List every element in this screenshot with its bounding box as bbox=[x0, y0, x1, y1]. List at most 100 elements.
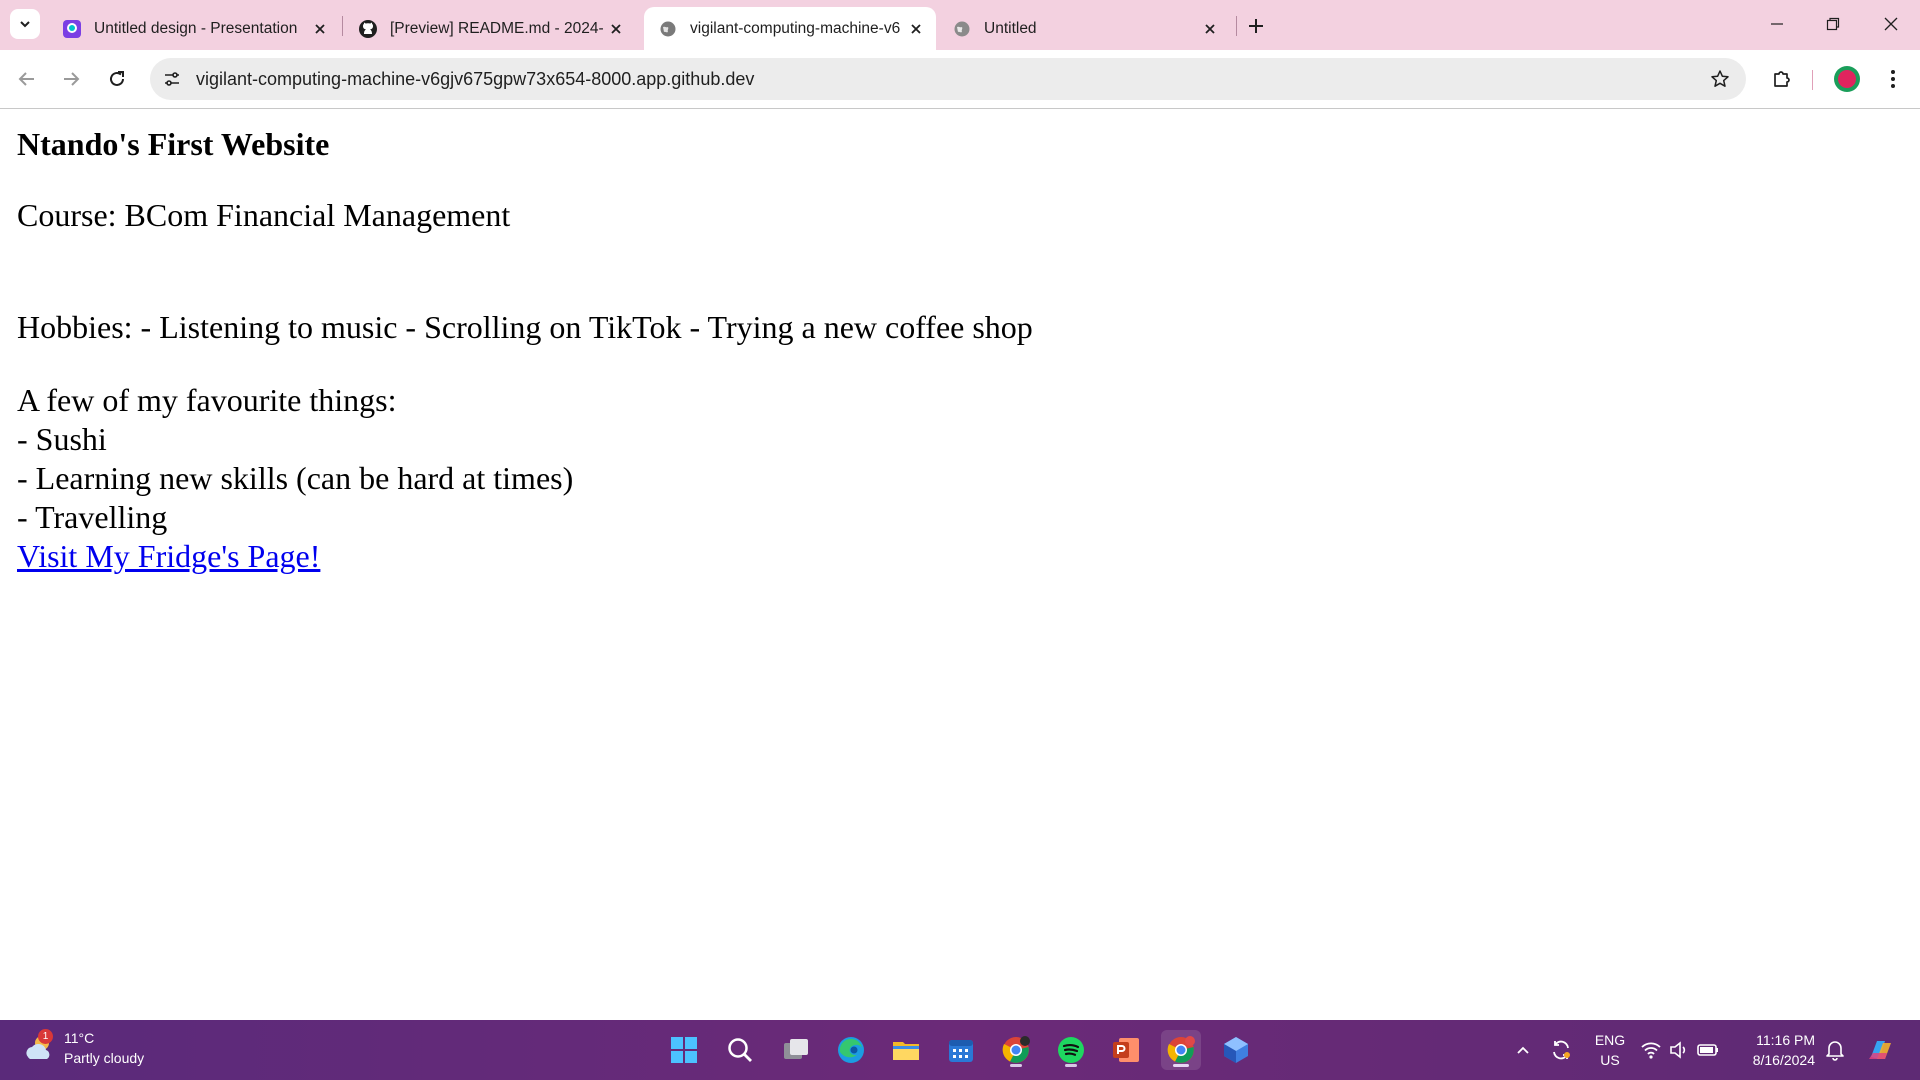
reload-icon bbox=[110, 71, 124, 86]
copilot-icon bbox=[1869, 1041, 1891, 1059]
spotify-icon bbox=[1058, 1037, 1084, 1063]
new-tab-button[interactable] bbox=[1242, 12, 1270, 40]
partly-cloudy-icon: 1 bbox=[22, 1029, 56, 1065]
toolbar-divider bbox=[1812, 70, 1813, 90]
tab-title: Untitled design - Presentation bbox=[94, 19, 298, 37]
minimize-button[interactable] bbox=[1754, 8, 1800, 40]
notifications-button[interactable] bbox=[1815, 1030, 1855, 1070]
chrome-icon bbox=[1167, 1036, 1195, 1063]
fridge-page-link[interactable]: Visit My Fridge's Page! bbox=[17, 538, 320, 574]
chrome-button[interactable] bbox=[1161, 1030, 1201, 1070]
tab-github-readme[interactable]: [Preview] README.md - 2024-c bbox=[344, 7, 636, 50]
reload-button[interactable] bbox=[102, 64, 132, 94]
copilot-button[interactable] bbox=[1860, 1030, 1900, 1070]
quick-settings-button[interactable] bbox=[1636, 1030, 1724, 1070]
tab-title: [Preview] README.md - 2024-c bbox=[390, 19, 604, 37]
app-button[interactable] bbox=[1216, 1030, 1256, 1070]
restore-icon bbox=[1826, 17, 1840, 31]
windows-icon bbox=[671, 1037, 697, 1063]
close-icon bbox=[1884, 17, 1898, 31]
chevron-up-icon bbox=[1517, 1046, 1529, 1054]
running-indicator bbox=[1010, 1064, 1022, 1067]
favourite-item: - Travelling bbox=[17, 499, 168, 535]
hobbies-text: Hobbies: - Listening to music - Scrollin… bbox=[17, 309, 1033, 345]
clock[interactable]: 11:16 PM 8/16/2024 bbox=[1745, 1030, 1815, 1070]
favourite-item: - Learning new skills (can be hard at ti… bbox=[17, 460, 574, 496]
calendar-app-button[interactable] bbox=[941, 1030, 981, 1070]
arrow-left-icon bbox=[18, 72, 34, 86]
folder-icon bbox=[893, 1042, 919, 1060]
github-icon bbox=[358, 19, 378, 39]
close-window-button[interactable] bbox=[1868, 8, 1914, 40]
close-icon[interactable] bbox=[308, 17, 332, 41]
tab-title: vigilant-computing-machine-v6 bbox=[690, 19, 901, 37]
course-text: Course: BCom Financial Management bbox=[17, 197, 511, 233]
more-vertical-icon bbox=[1891, 70, 1895, 88]
input-language-indicator[interactable]: ENG US bbox=[1592, 1030, 1628, 1070]
clock-time: 11:16 PM bbox=[1756, 1032, 1815, 1048]
start-button[interactable] bbox=[664, 1030, 704, 1070]
extensions-button[interactable] bbox=[1767, 63, 1797, 93]
profile-avatar[interactable] bbox=[1834, 66, 1860, 92]
edge-icon bbox=[838, 1037, 864, 1063]
powerpoint-button[interactable] bbox=[1106, 1030, 1146, 1070]
page-content: Ntando's First Website Course: BCom Fina… bbox=[0, 109, 1920, 1019]
favourites-intro: A few of my favourite things: bbox=[17, 382, 397, 418]
calendar-icon bbox=[949, 1040, 973, 1062]
edge-button[interactable] bbox=[831, 1030, 871, 1070]
tab-divider bbox=[1236, 16, 1237, 36]
tab-strip: Untitled design - Presentation [Preview]… bbox=[0, 0, 1920, 50]
canva-icon bbox=[62, 19, 82, 39]
chevron-down-icon bbox=[20, 21, 30, 28]
page-title: Ntando's First Website bbox=[17, 126, 330, 162]
lang-region: US bbox=[1600, 1052, 1620, 1068]
tab-divider bbox=[342, 16, 343, 36]
fridge-link-line: Visit My Fridge's Page! bbox=[17, 538, 320, 575]
close-icon[interactable] bbox=[604, 17, 628, 41]
chrome-profile-button[interactable] bbox=[996, 1030, 1036, 1070]
task-view-icon bbox=[784, 1039, 808, 1059]
tab-vigilant-computing[interactable]: vigilant-computing-machine-v6 bbox=[644, 7, 936, 50]
close-icon[interactable] bbox=[1198, 17, 1222, 41]
tab-canva[interactable]: Untitled design - Presentation bbox=[48, 7, 340, 50]
bell-icon bbox=[1826, 1041, 1844, 1061]
weather-desc: Partly cloudy bbox=[64, 1050, 145, 1066]
plus-icon bbox=[1249, 19, 1263, 33]
show-hidden-icons-button[interactable] bbox=[1503, 1030, 1543, 1070]
powerpoint-icon bbox=[1113, 1038, 1139, 1062]
favourite-item: - Sushi bbox=[17, 421, 107, 457]
globe-icon bbox=[952, 19, 972, 39]
sync-icon bbox=[1553, 1040, 1570, 1060]
battery-icon bbox=[1697, 1044, 1718, 1056]
search-button[interactable] bbox=[720, 1030, 760, 1070]
browser-toolbar: vigilant-computing-machine-v6gjv675gpw73… bbox=[0, 50, 1920, 109]
tab-search-button[interactable] bbox=[10, 9, 40, 39]
search-icon bbox=[728, 1038, 752, 1062]
app-icon bbox=[1224, 1037, 1248, 1063]
file-explorer-button[interactable] bbox=[886, 1030, 926, 1070]
wifi-icon bbox=[1641, 1042, 1661, 1059]
back-button[interactable] bbox=[12, 64, 42, 94]
close-icon[interactable] bbox=[904, 17, 928, 41]
url-text[interactable]: vigilant-computing-machine-v6gjv675gpw73… bbox=[196, 69, 1708, 90]
running-indicator bbox=[1065, 1064, 1077, 1067]
tab-untitled[interactable]: Untitled bbox=[938, 7, 1230, 50]
restore-button[interactable] bbox=[1810, 8, 1856, 40]
site-info-icon[interactable] bbox=[160, 67, 184, 91]
task-view-button[interactable] bbox=[776, 1030, 816, 1070]
bookmark-star-icon[interactable] bbox=[1708, 67, 1732, 91]
active-indicator bbox=[1173, 1064, 1189, 1067]
globe-icon bbox=[658, 19, 678, 39]
weather-widget[interactable]: 1 11°C Partly cloudy bbox=[22, 1028, 144, 1068]
windows-taskbar: 1 11°C Partly cloudy ENG US 11:16 PM 8/1… bbox=[0, 1020, 1920, 1080]
forward-button[interactable] bbox=[56, 64, 86, 94]
sync-status-button[interactable] bbox=[1541, 1030, 1581, 1070]
arrow-right-icon bbox=[64, 72, 80, 86]
browser-menu-button[interactable] bbox=[1880, 64, 1906, 94]
chrome-icon bbox=[1002, 1036, 1030, 1063]
puzzle-icon bbox=[1774, 71, 1790, 87]
volume-icon bbox=[1670, 1041, 1686, 1059]
minimize-icon bbox=[1771, 23, 1783, 25]
spotify-button[interactable] bbox=[1051, 1030, 1091, 1070]
address-bar[interactable]: vigilant-computing-machine-v6gjv675gpw73… bbox=[150, 58, 1746, 100]
